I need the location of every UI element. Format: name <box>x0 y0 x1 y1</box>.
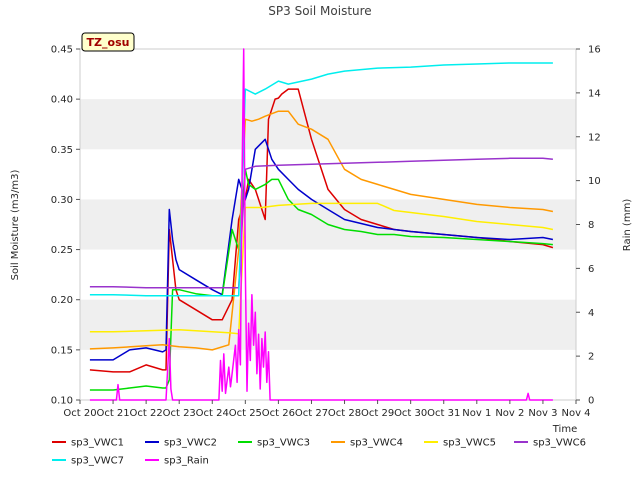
y-tick-label: 0.25 <box>51 245 73 256</box>
legend-label: sp3_Rain <box>164 456 209 467</box>
y2-tick-label: 6 <box>588 264 594 275</box>
badge-text: TZ_osu <box>87 36 130 49</box>
grid-band <box>80 299 576 350</box>
y-tick-label: 0.40 <box>51 95 73 106</box>
legend-label: sp3_VWC6 <box>533 438 586 449</box>
legend-label: sp3_VWC2 <box>164 438 217 449</box>
y-tick-label: 0.45 <box>51 45 73 56</box>
y2-tick-label: 4 <box>588 308 594 319</box>
y2-tick-label: 8 <box>588 220 594 231</box>
x-tick-label: Oct 22 <box>130 408 163 419</box>
y-tick-label: 0.35 <box>51 145 73 156</box>
x-tick-label: Nov 1 <box>462 408 491 419</box>
legend-label: sp3_VWC4 <box>350 438 403 449</box>
grid-band <box>80 99 576 150</box>
y2-tick-label: 2 <box>588 352 594 363</box>
x-tick-label: Oct 29 <box>361 408 394 419</box>
legend-label: sp3_VWC5 <box>443 438 496 449</box>
x-tick-label: Oct 20 <box>63 408 96 419</box>
legend-label: sp3_VWC3 <box>257 438 310 449</box>
x-tick-label: Oct 21 <box>96 408 129 419</box>
x-tick-label: Oct 26 <box>262 408 295 419</box>
y2-tick-label: 10 <box>588 176 601 187</box>
legend-label: sp3_VWC1 <box>71 438 124 449</box>
x-tick-label: Oct 31 <box>427 408 460 419</box>
y-axis-label: Soil Moisture (m3/m3) <box>10 170 21 281</box>
y2-tick-label: 16 <box>588 45 601 56</box>
chart-title: SP3 Soil Moisture <box>268 4 371 18</box>
station-badge: TZ_osu <box>81 32 135 52</box>
y-tick-label: 0.30 <box>51 195 73 206</box>
x-tick-label: Oct 27 <box>295 408 328 419</box>
soil-moisture-chart: Oct 20 Oct 21 Oct 22 Oct 23 Oct 24 Oct 25 Oct … <box>0 0 640 480</box>
x-tick-label: Oct 28 <box>328 408 361 419</box>
y-tick-label: 0.20 <box>51 295 73 306</box>
x-axis-label: Time <box>552 424 577 435</box>
x-tick-label: Oct 24 <box>196 408 229 419</box>
x-tick-label: Oct 25 <box>229 408 262 419</box>
x-tick-label: Nov 4 <box>561 408 590 419</box>
y2-axis-label: Rain (mm) <box>622 199 633 252</box>
x-tick-label: Nov 2 <box>495 408 524 419</box>
y-tick-label: 0.15 <box>51 345 73 356</box>
y2-tick-label: 14 <box>588 88 601 99</box>
x-tick-label: Oct 30 <box>394 408 427 419</box>
y-tick-label: 0.10 <box>51 396 73 407</box>
legend-label: sp3_VWC7 <box>71 456 124 467</box>
y2-tick-label: 0 <box>588 396 594 407</box>
x-tick-label: Oct 23 <box>163 408 196 419</box>
y2-tick-label: 12 <box>588 132 601 143</box>
x-tick-label: Nov 3 <box>528 408 557 419</box>
